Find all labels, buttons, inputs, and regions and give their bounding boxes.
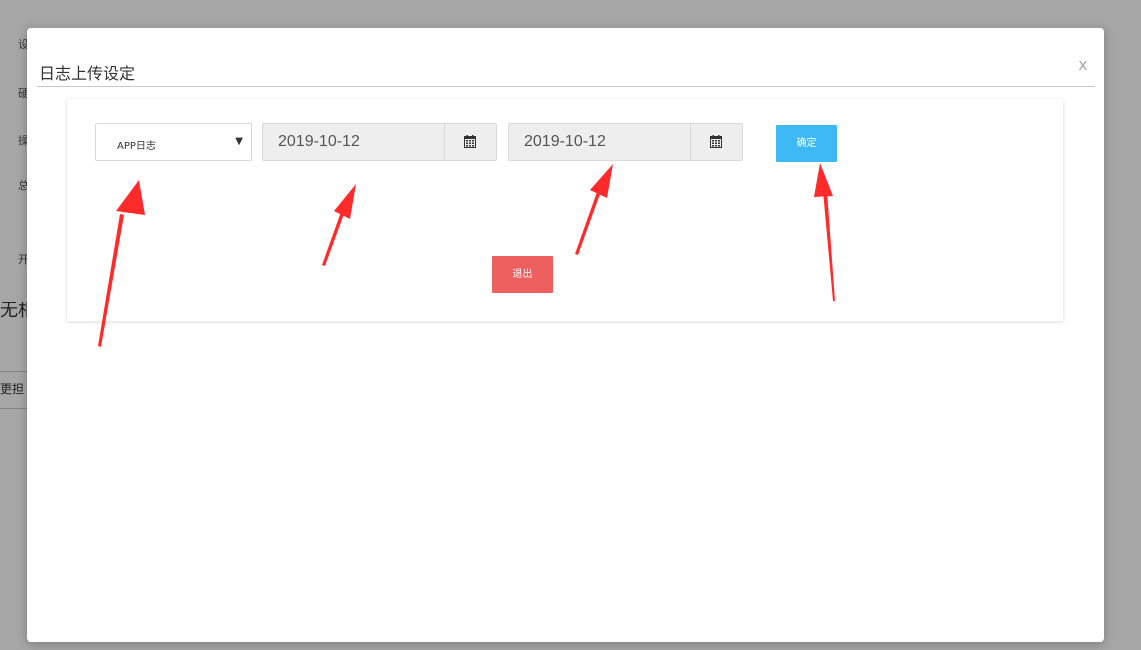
confirm-button[interactable]: 确定 [776, 125, 837, 162]
end-date-group: 2019-10-12 [508, 123, 743, 161]
log-type-selected: APP日志 [117, 141, 156, 152]
dialog-header: 日志上传设定 x [37, 28, 1095, 87]
log-type-select[interactable]: APP日志 ▼ [95, 123, 252, 161]
end-date-picker-button[interactable] [690, 124, 742, 160]
start-date-group: 2019-10-12 [262, 123, 497, 161]
chevron-down-icon: ▼ [235, 136, 243, 147]
settings-panel: APP日志 ▼ 2019-10-12 2019-10-12 确定 退出 [67, 99, 1063, 321]
end-date-input[interactable]: 2019-10-12 [509, 124, 693, 160]
calendar-icon [710, 135, 722, 148]
calendar-icon [464, 135, 476, 148]
exit-button[interactable]: 退出 [492, 256, 553, 293]
dialog-title: 日志上传设定 [39, 64, 136, 83]
start-date-picker-button[interactable] [444, 124, 496, 160]
start-date-input[interactable]: 2019-10-12 [263, 124, 447, 160]
close-icon[interactable]: x [1076, 57, 1090, 73]
log-upload-dialog: 日志上传设定 x APP日志 ▼ 2019-10-12 2019-10-12 确… [27, 28, 1104, 642]
